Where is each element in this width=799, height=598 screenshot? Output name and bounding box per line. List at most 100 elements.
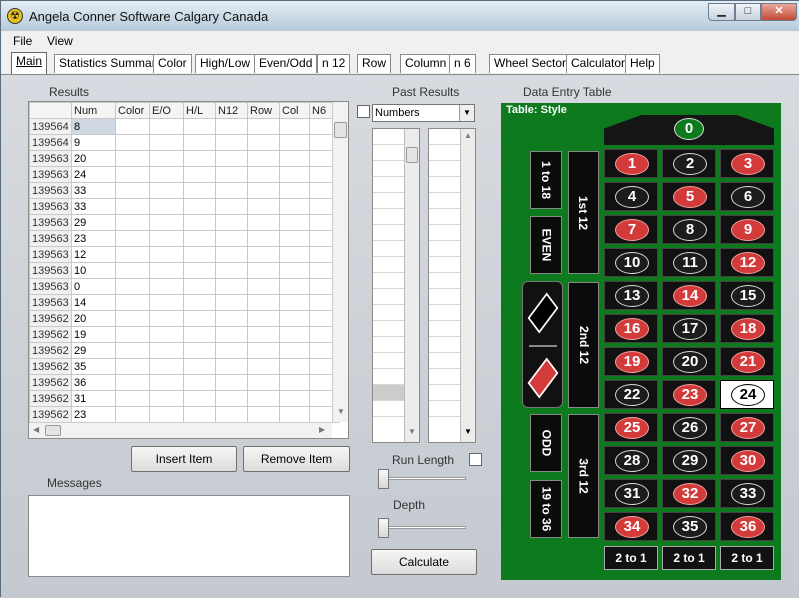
depth-slider[interactable]: [372, 515, 472, 541]
number-cell-5[interactable]: 5: [662, 182, 716, 211]
num-cell[interactable]: 19: [71, 326, 116, 343]
number-cell-35[interactable]: 35: [662, 512, 716, 541]
list-item[interactable]: [373, 369, 404, 385]
number-cell-26[interactable]: 26: [662, 413, 716, 442]
grid-cell[interactable]: [115, 134, 150, 151]
list-item[interactable]: [429, 385, 460, 401]
grid-cell[interactable]: [115, 230, 150, 247]
grid-cell[interactable]: [215, 374, 248, 391]
grid-cell[interactable]: [247, 118, 280, 135]
column-header[interactable]: Num: [71, 102, 116, 119]
grid-cell[interactable]: [183, 358, 216, 375]
run-length-checkbox[interactable]: [469, 453, 482, 466]
column-header[interactable]: N12: [215, 102, 248, 119]
number-cell-14[interactable]: 14: [662, 281, 716, 310]
number-cell-32[interactable]: 32: [662, 479, 716, 508]
table-row[interactable]: 139562 35: [29, 358, 340, 375]
grid-cell[interactable]: [247, 182, 280, 199]
grid-cell[interactable]: [183, 166, 216, 183]
bet-1-to-18[interactable]: 1 to 18: [530, 151, 562, 209]
list-item[interactable]: [373, 273, 404, 289]
number-cell-34[interactable]: 34: [604, 512, 658, 541]
num-cell[interactable]: 23: [71, 406, 116, 423]
number-cell-20[interactable]: 20: [662, 347, 716, 376]
number-cell-12[interactable]: 12: [720, 248, 774, 277]
tab-help[interactable]: Help: [625, 54, 660, 73]
grid-cell[interactable]: [215, 118, 248, 135]
grid-cell[interactable]: [215, 246, 248, 263]
table-row[interactable]: 139563 0: [29, 278, 340, 295]
grid-cell[interactable]: [183, 246, 216, 263]
grid-cell[interactable]: [279, 262, 310, 279]
grid-cell[interactable]: [183, 198, 216, 215]
grid-cell[interactable]: [247, 310, 280, 327]
number-cell-23[interactable]: 23: [662, 380, 716, 409]
grid-cell[interactable]: [215, 166, 248, 183]
grid-cell[interactable]: [279, 150, 310, 167]
grid-cell[interactable]: [183, 150, 216, 167]
grid-cell[interactable]: [279, 278, 310, 295]
past-results-list-right[interactable]: ▲ ▼: [428, 128, 476, 443]
table-row[interactable]: 139562 29: [29, 342, 340, 359]
table-row[interactable]: 139562 36: [29, 374, 340, 391]
grid-cell[interactable]: [247, 214, 280, 231]
grid-cell[interactable]: [149, 262, 184, 279]
grid-cell[interactable]: [183, 342, 216, 359]
grid-cell[interactable]: [115, 198, 150, 215]
grid-cell[interactable]: [115, 406, 150, 423]
list-item[interactable]: [429, 257, 460, 273]
list-item[interactable]: [429, 369, 460, 385]
tab-column[interactable]: Column: [400, 54, 452, 73]
grid-cell[interactable]: [279, 310, 310, 327]
list-item[interactable]: [373, 289, 404, 305]
num-cell[interactable]: 20: [71, 310, 116, 327]
grid-cell[interactable]: [149, 118, 184, 135]
num-cell[interactable]: 29: [71, 342, 116, 359]
num-cell[interactable]: 31: [71, 390, 116, 407]
list-item[interactable]: [429, 305, 460, 321]
column-header[interactable]: E/O: [149, 102, 184, 119]
number-cell-33[interactable]: 33: [720, 479, 774, 508]
grid-cell[interactable]: [279, 198, 310, 215]
table-row[interactable]: 139562 23: [29, 406, 340, 423]
grid-cell[interactable]: [149, 166, 184, 183]
grid-cell[interactable]: [149, 326, 184, 343]
num-cell[interactable]: 0: [71, 278, 116, 295]
results-vertical-scrollbar[interactable]: ▼: [332, 102, 348, 422]
grid-cell[interactable]: [149, 150, 184, 167]
grid-cell[interactable]: [247, 278, 280, 295]
grid-cell[interactable]: [215, 198, 248, 215]
black-diamond-icon[interactable]: [527, 292, 559, 334]
grid-cell[interactable]: [183, 326, 216, 343]
number-cell-24[interactable]: 24: [720, 380, 774, 409]
run-length-slider[interactable]: [372, 466, 472, 492]
list-item[interactable]: [373, 225, 404, 241]
grid-cell[interactable]: [149, 294, 184, 311]
bet-1st-dozen[interactable]: 1st 12: [568, 151, 599, 274]
list-item[interactable]: [429, 129, 460, 145]
list-item[interactable]: [429, 177, 460, 193]
grid-cell[interactable]: [149, 390, 184, 407]
grid-cell[interactable]: [279, 134, 310, 151]
list-item[interactable]: [373, 161, 404, 177]
grid-cell[interactable]: [183, 118, 216, 135]
list-item[interactable]: [429, 145, 460, 161]
grid-cell[interactable]: [247, 326, 280, 343]
grid-cell[interactable]: [149, 246, 184, 263]
table-row[interactable]: 139563 14: [29, 294, 340, 311]
list-item[interactable]: [373, 305, 404, 321]
results-horizontal-scrollbar[interactable]: ◀ ▶: [29, 422, 332, 438]
table-row[interactable]: 139563 33: [29, 198, 340, 215]
bet-19-to-36[interactable]: 19 to 36: [530, 480, 562, 538]
grid-cell[interactable]: [279, 166, 310, 183]
list-item[interactable]: [373, 321, 404, 337]
past-results-dropdown[interactable]: Numbers ▼: [372, 104, 475, 122]
menu-view[interactable]: View: [47, 34, 73, 48]
remove-item-button[interactable]: Remove Item: [243, 446, 350, 472]
table-row[interactable]: 139564 9: [29, 134, 340, 151]
table-row[interactable]: 139563 10: [29, 262, 340, 279]
number-cell-22[interactable]: 22: [604, 380, 658, 409]
number-cell-1[interactable]: 1: [604, 149, 658, 178]
bet-even[interactable]: EVEN: [530, 216, 562, 274]
number-cell-17[interactable]: 17: [662, 314, 716, 343]
